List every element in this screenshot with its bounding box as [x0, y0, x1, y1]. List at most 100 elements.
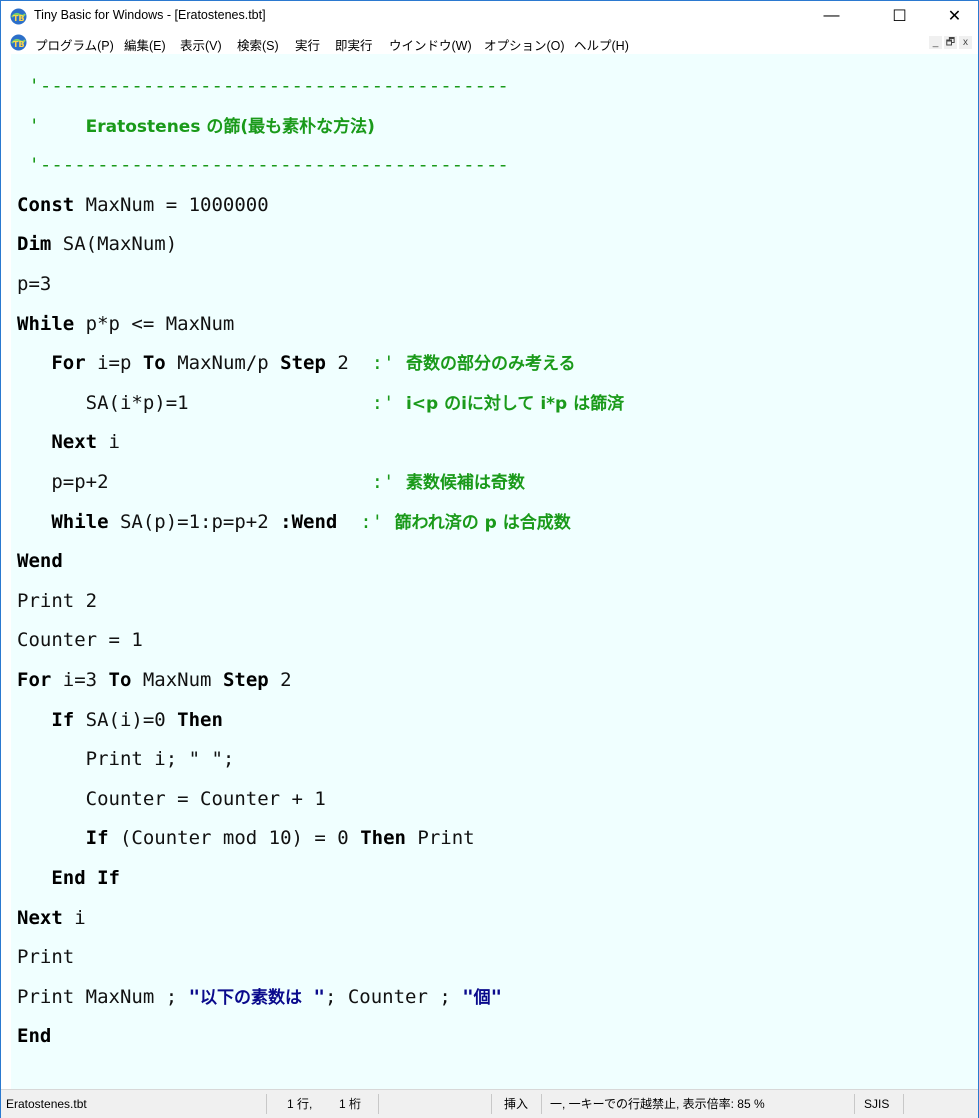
- code-line[interactable]: End If: [17, 860, 120, 896]
- mdi-close-button[interactable]: x: [959, 36, 972, 49]
- code-text: MaxNum/p: [165, 352, 281, 374]
- code-comment: '---------------------------------------…: [17, 154, 509, 176]
- code-comment: 篩われ済の p は合成数: [394, 513, 571, 533]
- code-text: Counter = 1: [17, 629, 143, 651]
- code-keyword: Step: [222, 669, 269, 691]
- menu-view[interactable]: 表示(V): [180, 35, 222, 54]
- code-line[interactable]: Wend: [17, 543, 63, 579]
- title-bar[interactable]: TB Tiny Basic for Windows - [Eratostenes…: [1, 1, 978, 31]
- code-text: SA(i)=0: [74, 709, 178, 731]
- code-line[interactable]: Dim SA(MaxNum): [17, 226, 177, 262]
- code-line[interactable]: While p*p <= MaxNum: [17, 306, 234, 342]
- code-keyword: :Wend: [280, 511, 338, 533]
- code-line[interactable]: p=p+2 :' 素数候補は奇数: [17, 464, 525, 500]
- code-text: ; Counter ;: [324, 986, 463, 1008]
- code-line[interactable]: Next i: [17, 424, 120, 460]
- code-keyword: For: [51, 352, 86, 374]
- code-text: Print i; " ";: [17, 748, 235, 770]
- menu-search[interactable]: 検索(S): [237, 35, 279, 54]
- code-text: MaxNum = 1000000: [74, 194, 269, 216]
- code-keyword: Next: [17, 907, 63, 929]
- mdi-controls: _ 🗗 x: [929, 36, 972, 49]
- code-line[interactable]: If SA(i)=0 Then: [17, 702, 223, 738]
- code-keyword: While: [17, 313, 75, 335]
- menu-options[interactable]: オプション(O): [484, 35, 565, 54]
- status-encoding: SJIS: [864, 1097, 890, 1111]
- code-string: ": [302, 986, 325, 1008]
- code-line[interactable]: If (Counter mod 10) = 0 Then Print: [17, 820, 475, 856]
- code-line[interactable]: While SA(p)=1:p=p+2 :Wend :' 篩われ済の p は合成…: [17, 504, 571, 540]
- code-comment: 素数候補は奇数: [405, 473, 525, 493]
- code-keyword: End If: [51, 867, 120, 889]
- code-text: (Counter mod 10) = 0: [108, 827, 361, 849]
- code-comment: i<p のiに対して i*p は篩済: [405, 394, 625, 414]
- code-keyword: Then: [360, 827, 406, 849]
- code-keyword: If: [51, 709, 75, 731]
- code-keyword: To: [142, 352, 166, 374]
- code-keyword: If: [85, 827, 109, 849]
- code-editor[interactable]: '---------------------------------------…: [11, 54, 978, 1089]
- status-filename: Eratostenes.tbt: [6, 1097, 87, 1111]
- code-line[interactable]: Print 2: [17, 583, 97, 619]
- menu-program[interactable]: プログラム(P): [35, 35, 114, 54]
- status-divider: [266, 1094, 267, 1114]
- code-line[interactable]: Print MaxNum ; "以下の素数は "; Counter ; "個": [17, 979, 502, 1015]
- code-line[interactable]: Print i; " ";: [17, 741, 235, 777]
- status-row: 1 行,: [287, 1097, 313, 1111]
- code-text: p=3: [17, 273, 52, 295]
- menu-edit[interactable]: 編集(E): [124, 35, 166, 54]
- code-line[interactable]: '---------------------------------------…: [17, 147, 509, 183]
- code-keyword: Dim: [17, 233, 52, 255]
- minimize-button[interactable]: —: [809, 1, 854, 31]
- menu-run[interactable]: 実行: [295, 35, 320, 54]
- status-info: 一, 一キーでの行越禁止, 表示倍率: 85 %: [550, 1097, 765, 1111]
- status-column: 1 桁: [339, 1097, 362, 1111]
- code-text: 2: [268, 669, 292, 691]
- code-line[interactable]: End: [17, 1018, 51, 1054]
- code-line[interactable]: SA(i*p)=1 :' i<p のiに対して i*p は篩済: [17, 385, 625, 421]
- menu-immediate-run[interactable]: 即実行: [335, 35, 373, 54]
- status-divider: [491, 1094, 492, 1114]
- code-string: ": [462, 986, 474, 1008]
- menu-window[interactable]: ウインドウ(W): [389, 35, 472, 54]
- code-keyword: Next: [51, 431, 98, 453]
- code-text: i=p: [85, 352, 143, 374]
- maximize-button[interactable]: ☐: [877, 1, 922, 31]
- code-text: 2: [325, 352, 372, 374]
- code-text: Print: [17, 946, 75, 968]
- code-line[interactable]: For i=3 To MaxNum Step 2: [17, 662, 292, 698]
- code-line[interactable]: Next i: [17, 900, 86, 936]
- tiny-basic-app-icon: TB: [10, 8, 27, 25]
- code-comment: :': [371, 352, 406, 374]
- mdi-minimize-button[interactable]: _: [929, 36, 942, 49]
- code-line[interactable]: '---------------------------------------…: [17, 68, 508, 104]
- mdi-restore-button[interactable]: 🗗: [944, 36, 957, 49]
- code-text: SA(p)=1:p=p+2: [108, 511, 281, 533]
- code-line[interactable]: Const MaxNum = 1000000: [17, 187, 269, 223]
- document-system-icon[interactable]: TB: [10, 34, 27, 51]
- code-line[interactable]: Counter = Counter + 1: [17, 781, 326, 817]
- code-comment: :': [360, 511, 395, 533]
- code-keyword: Then: [177, 709, 223, 731]
- code-keyword: Const: [17, 194, 75, 216]
- code-keyword: Step: [280, 352, 326, 374]
- svg-text:TB: TB: [13, 14, 25, 23]
- code-text: i=3: [51, 669, 109, 691]
- code-comment: Eratostenes の篩(最も素朴な方法): [85, 117, 375, 137]
- code-line[interactable]: p=3: [17, 266, 51, 302]
- code-line[interactable]: For i=p To MaxNum/p Step 2 :' 奇数の部分のみ考える: [17, 345, 575, 381]
- code-text: Print: [405, 827, 475, 849]
- close-button[interactable]: ✕: [932, 1, 977, 31]
- code-keyword: While: [51, 511, 109, 533]
- code-line[interactable]: Counter = 1: [17, 622, 143, 658]
- code-string: 個: [473, 988, 491, 1008]
- code-line[interactable]: ' Eratostenes の篩(最も素朴な方法): [17, 108, 375, 144]
- menu-help[interactable]: ヘルプ(H): [574, 35, 629, 54]
- code-text: i: [97, 431, 120, 453]
- code-line[interactable]: Print: [17, 939, 74, 975]
- status-bar: Eratostenes.tbt 1 行, 1 桁 挿入 一, 一キーでの行越禁止…: [1, 1089, 978, 1118]
- app-window: TB Tiny Basic for Windows - [Eratostenes…: [0, 0, 979, 1118]
